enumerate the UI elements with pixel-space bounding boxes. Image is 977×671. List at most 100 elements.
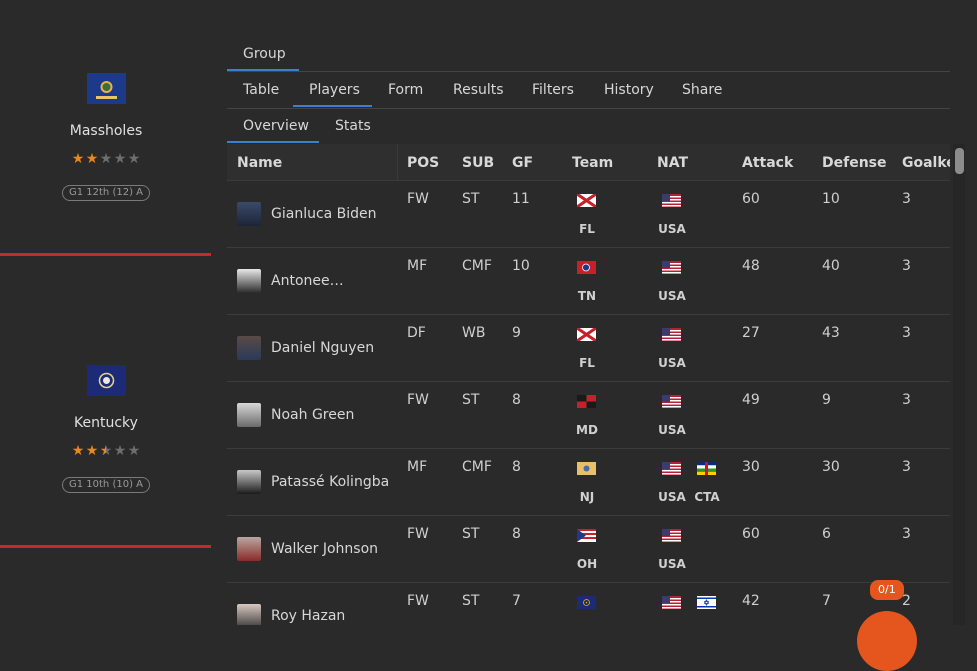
defense-cell: 30 [822,459,840,475]
maryland-flag-icon [577,395,596,408]
pos-cell: MF [407,459,428,475]
tab-group[interactable]: Group [227,36,299,71]
tab-stats[interactable]: Stats [319,108,387,143]
pos-cell: FW [407,593,429,609]
tabs-level1: Group [227,36,299,72]
nationality-code: USA [658,490,686,504]
sub-cell: CMF [462,459,492,475]
column-header-attack[interactable]: Attack [742,144,793,180]
tab-players[interactable]: Players [293,72,372,107]
sub-cell: ST [462,593,480,609]
column-header-nat[interactable]: NAT [657,144,688,180]
team-name: Kentucky [74,415,138,431]
table-scrollbar-thumb[interactable] [955,148,964,174]
defense-cell: 40 [822,258,840,274]
column-header-goalkeeper[interactable]: Goalkee [902,144,950,180]
goalkeeper-cell: 3 [902,392,911,408]
usa-flag-icon [662,462,681,475]
table-row[interactable]: Noah Green FW ST 8 MD USA 49 9 3 [227,382,950,449]
column-header-pos[interactable]: POS [407,144,439,180]
team-code: OH [576,557,598,571]
central-african-republic-flag-icon [697,462,716,475]
gf-cell: 11 [512,191,530,207]
team-code: TN [577,289,597,303]
column-header-sub[interactable]: SUB [462,144,494,180]
table-row[interactable]: Antonee… MF CMF 10 TN USA 48 40 3 [227,248,950,315]
table-row[interactable]: Daniel Nguyen DF WB 9 FL USA 27 43 3 [227,315,950,382]
tab-filters[interactable]: Filters [516,72,590,107]
sub-cell: ST [462,526,480,542]
indiana-flag-icon [577,596,596,609]
table-row[interactable]: Patassé Kolingba MF CMF 8 NJ USA CTA 30 … [227,449,950,516]
sub-cell: CMF [462,258,492,274]
player-avatar [237,537,261,561]
table-row[interactable]: Gianluca Biden FW ST 11 FL USA 60 10 3 [227,181,950,248]
star-half-icon: ★ [99,443,113,459]
kentucky-flag-icon [86,365,126,396]
column-header-name[interactable]: Name [237,144,282,180]
column-header-defense[interactable]: Defense [822,144,887,180]
table-scrollbar-track[interactable] [953,144,965,625]
rating-stars: ★★★★★ [0,444,212,458]
player-name[interactable]: Daniel Nguyen [271,340,374,356]
sub-cell: ST [462,392,480,408]
attack-cell: 27 [742,325,760,341]
player-name[interactable]: Antonee… [271,273,344,289]
defense-cell: 10 [822,191,840,207]
nationality-code: CTA [694,490,720,504]
player-avatar [237,269,261,293]
column-header-gf[interactable]: GF [512,144,533,180]
group-rank-badge: G1 12th (12) A [62,185,150,201]
kansas-flag-icon [86,73,126,104]
team-card-massholes[interactable]: Massholes ★★★★★ G1 12th (12) A [0,73,212,201]
nationality-code: USA [658,356,686,370]
star-icon: ★ [113,151,127,167]
tab-history[interactable]: History [588,72,670,107]
defense-cell: 7 [822,593,831,609]
tab-overview[interactable]: Overview [227,108,319,143]
attack-cell: 60 [742,191,760,207]
team-card-kentucky[interactable]: Kentucky ★★★★★ G1 10th (10) A [0,365,212,493]
gf-cell: 9 [512,325,521,341]
notification-counter-badge: 0/1 [870,580,904,600]
floating-action-button[interactable] [857,611,917,671]
tab-table[interactable]: Table [227,72,295,107]
group-sidebar: Massholes ★★★★★ G1 12th (12) A Kentucky … [0,0,212,625]
goalkeeper-cell: 3 [902,459,911,475]
player-name[interactable]: Walker Johnson [271,541,378,557]
pos-cell: DF [407,325,426,341]
attack-cell: 42 [742,593,760,609]
gf-cell: 7 [512,593,521,609]
player-name[interactable]: Patassé Kolingba [271,474,389,490]
team-code: MD [576,423,598,437]
player-name[interactable]: Roy Hazan [271,608,345,624]
goalkeeper-cell: 3 [902,325,911,341]
star-icon: ★ [85,151,99,167]
player-name[interactable]: Gianluca Biden [271,206,377,222]
table-row[interactable]: Roy Hazan FW ST 7 42 7 2 [227,583,950,625]
goalkeeper-cell: 3 [902,191,911,207]
florida-flag-icon [577,194,596,207]
player-avatar [237,336,261,360]
defense-cell: 43 [822,325,840,341]
player-name[interactable]: Noah Green [271,407,354,423]
team-code: FL [579,356,595,370]
table-row[interactable]: Walker Johnson FW ST 8 OH USA 60 6 3 [227,516,950,583]
gf-cell: 8 [512,459,521,475]
tabs-level3: Overview Stats [227,108,950,145]
usa-flag-icon [662,328,681,341]
usa-flag-icon [662,395,681,408]
goalkeeper-cell: 3 [902,258,911,274]
tab-results[interactable]: Results [437,72,520,107]
ohio-flag-icon [577,529,596,542]
tab-form[interactable]: Form [372,72,439,107]
sub-cell: ST [462,191,480,207]
star-icon: ★ [113,443,127,459]
tab-share[interactable]: Share [666,72,738,107]
star-icon: ★ [99,151,113,167]
usa-flag-icon [662,596,681,609]
column-header-team[interactable]: Team [572,144,613,180]
player-avatar [237,403,261,427]
star-icon: ★ [85,443,99,459]
table-header: Name POS SUB GF Team NAT Attack Defense … [227,144,950,181]
